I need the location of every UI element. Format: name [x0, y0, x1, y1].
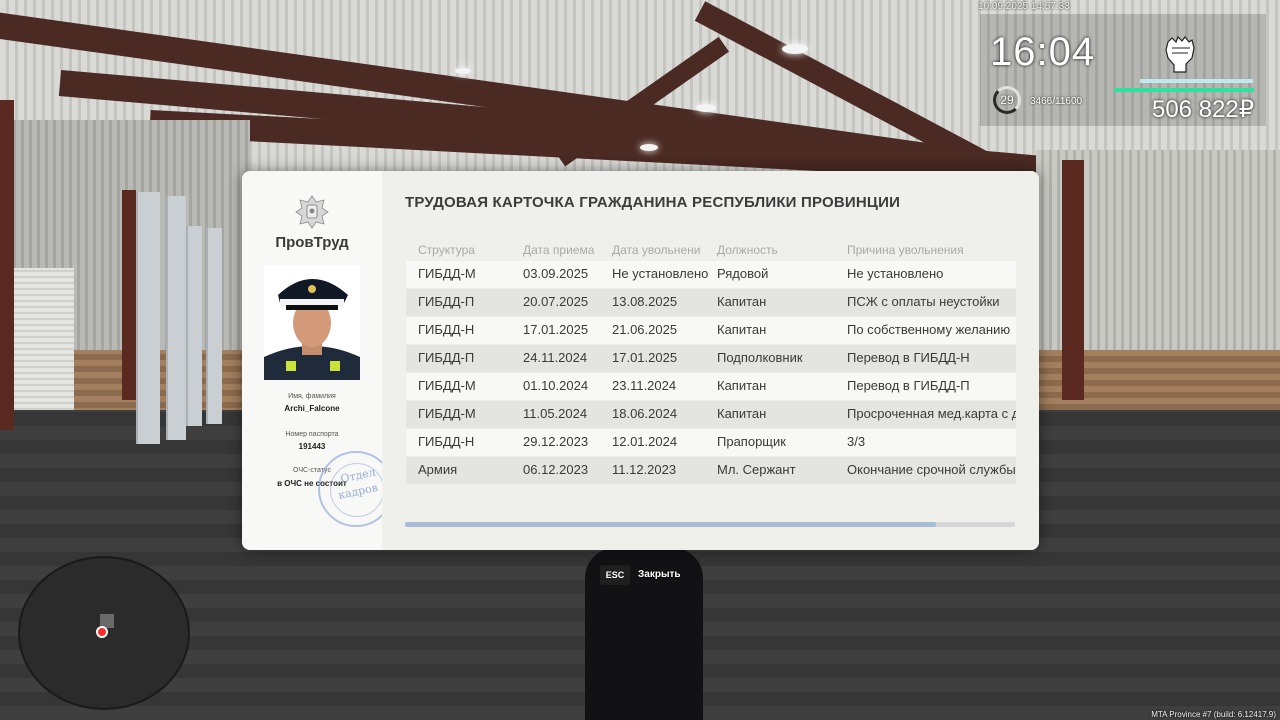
column-header: Дата приема	[523, 243, 595, 257]
cell-dismissal-date: 13.08.2025	[612, 294, 678, 309]
hud-experience: 3466/11600	[1030, 96, 1083, 107]
cell-dismissal-date: 23.11.2024	[612, 378, 677, 393]
minimap	[18, 556, 190, 710]
citizen-photo	[264, 265, 360, 380]
hud-level-badge: 29	[993, 86, 1021, 114]
cell-structure: Армия	[418, 462, 458, 477]
ceiling-lamp	[782, 44, 808, 54]
hud-clock: 16:04	[990, 30, 1096, 74]
cell-dismissal-date: 12.01.2024	[612, 434, 678, 449]
cell-dismissal-date: 11.12.2023	[612, 462, 677, 477]
cell-hire-date: 11.05.2024	[523, 406, 588, 421]
portrait-image	[264, 265, 360, 380]
cell-reason: По собственному желанию	[847, 322, 1011, 337]
table-row: ГИБДД-П 24.11.2024 17.01.2025 Подполковн…	[406, 345, 1016, 372]
cell-reason: Окончание срочной службы	[847, 462, 1016, 477]
concrete-column	[166, 196, 186, 440]
employment-table[interactable]: Структура Дата приема Дата увольнени Дол…	[406, 243, 1016, 485]
pillar	[122, 190, 136, 400]
pillar	[0, 100, 14, 430]
cell-reason: Не установлено	[847, 266, 944, 281]
table-row: ГИБДД-М 03.09.2025 Не установлено Рядово…	[406, 261, 1016, 288]
name-value: Archi_Falcone	[284, 404, 340, 413]
cell-structure: ГИБДД-Н	[418, 322, 475, 337]
table-row: Армия 06.12.2023 11.12.2023 Мл. Сержант …	[406, 457, 1016, 484]
ceiling-lamp	[455, 68, 471, 74]
cell-dismissal-date: 18.06.2024	[612, 406, 678, 421]
cell-structure: ГИБДД-М	[418, 266, 476, 281]
close-label[interactable]: Закрыть	[638, 569, 681, 580]
table-row: ГИБДД-М 11.05.2024 18.06.2024 Капитан Пр…	[406, 401, 1016, 428]
cell-hire-date: 20.07.2025	[523, 294, 589, 309]
ceiling-lamp	[696, 104, 716, 112]
column-header: Структура	[418, 243, 475, 257]
cell-structure: ГИБДД-П	[418, 350, 475, 365]
build-info: MTA Province #7 (build: 6.12417.9)	[1151, 710, 1276, 719]
cell-reason: 3/3	[847, 434, 866, 449]
passport-label: Номер паспорта	[285, 431, 339, 438]
cell-position: Капитан	[717, 378, 767, 393]
card-title: ТРУДОВАЯ КАРТОЧКА ГРАЖДАНИНА РЕСПУБЛИКИ …	[405, 194, 901, 211]
concrete-column	[136, 192, 160, 444]
cell-dismissal-date: 17.01.2025	[612, 350, 678, 365]
cell-hire-date: 17.01.2025	[523, 322, 589, 337]
cell-reason: Перевод в ГИБДД-П	[847, 378, 970, 393]
column-header: Должность	[717, 243, 778, 257]
cell-reason: Перевод в ГИБДД-Н	[847, 350, 970, 365]
cell-structure: ГИБДД-Н	[418, 434, 475, 449]
employment-card-window: ПровТруд Имя, фамилия Archi_Falcone Номе…	[242, 171, 1039, 550]
pillar	[1062, 160, 1084, 400]
cell-structure: ГИБДД-П	[418, 294, 475, 309]
hud-money: 506 822₽	[1151, 96, 1254, 123]
fist-icon	[1165, 35, 1195, 73]
cell-position: Подполковник	[717, 350, 803, 365]
concrete-column	[206, 228, 222, 424]
cell-structure: ГИБДД-М	[418, 378, 476, 393]
cell-position: Рядовой	[717, 266, 769, 281]
passport-value: 191443	[298, 442, 326, 451]
ceiling-lamp	[640, 144, 658, 151]
horizontal-scrollbar[interactable]	[405, 522, 1015, 527]
table-row: ГИБДД-Н 17.01.2025 21.06.2025 Капитан По…	[406, 317, 1016, 344]
scrollbar-thumb[interactable]	[405, 522, 936, 527]
table-row: ГИБДД-П 20.07.2025 13.08.2025 Капитан ПС…	[406, 289, 1016, 316]
cell-reason: Просроченная мед.карта с д	[847, 406, 1016, 421]
cell-position: Капитан	[717, 294, 767, 309]
esc-key-button[interactable]: ESC	[600, 565, 630, 585]
table-row: ГИБДД-М 01.10.2024 23.11.2024 Капитан Пе…	[406, 373, 1016, 400]
hud-health-bar	[1114, 88, 1254, 92]
card-sidebar: ПровТруд Имя, фамилия Archi_Falcone Номе…	[242, 171, 394, 550]
cell-hire-date: 24.11.2024	[523, 350, 588, 365]
table-row: ГИБДД-Н 29.12.2023 12.01.2024 Прапорщик …	[406, 429, 1016, 456]
hud-datetime: 10.09.2025 14:57:33	[978, 1, 1070, 12]
emblem-icon	[295, 195, 329, 229]
cell-reason: ПСЖ с оплаты неустойки	[847, 294, 1000, 309]
minimap-player-icon	[96, 626, 108, 638]
table-header: Структура Дата приема Дата увольнени Дол…	[406, 243, 1016, 261]
cell-position: Капитан	[717, 322, 767, 337]
concrete-column	[186, 226, 202, 426]
cell-position: Прапорщик	[717, 434, 786, 449]
name-label: Имя, фамилия	[288, 393, 336, 400]
cell-structure: ГИБДД-М	[418, 406, 476, 421]
cell-dismissal-date: 21.06.2025	[612, 322, 678, 337]
column-header: Причина увольнения	[847, 243, 964, 257]
cell-hire-date: 01.10.2024	[523, 378, 589, 393]
hud-armor-bar	[1140, 79, 1253, 83]
cell-dismissal-date: Не установлено	[612, 266, 709, 281]
cell-hire-date: 03.09.2025	[523, 266, 589, 281]
cell-position: Капитан	[717, 406, 767, 421]
cell-hire-date: 06.12.2023	[523, 462, 589, 477]
cell-position: Мл. Сержант	[717, 462, 796, 477]
garage-shutter	[14, 268, 74, 414]
cell-hire-date: 29.12.2023	[523, 434, 589, 449]
org-name: ПровТруд	[275, 234, 349, 251]
column-header: Дата увольнени	[612, 243, 701, 257]
